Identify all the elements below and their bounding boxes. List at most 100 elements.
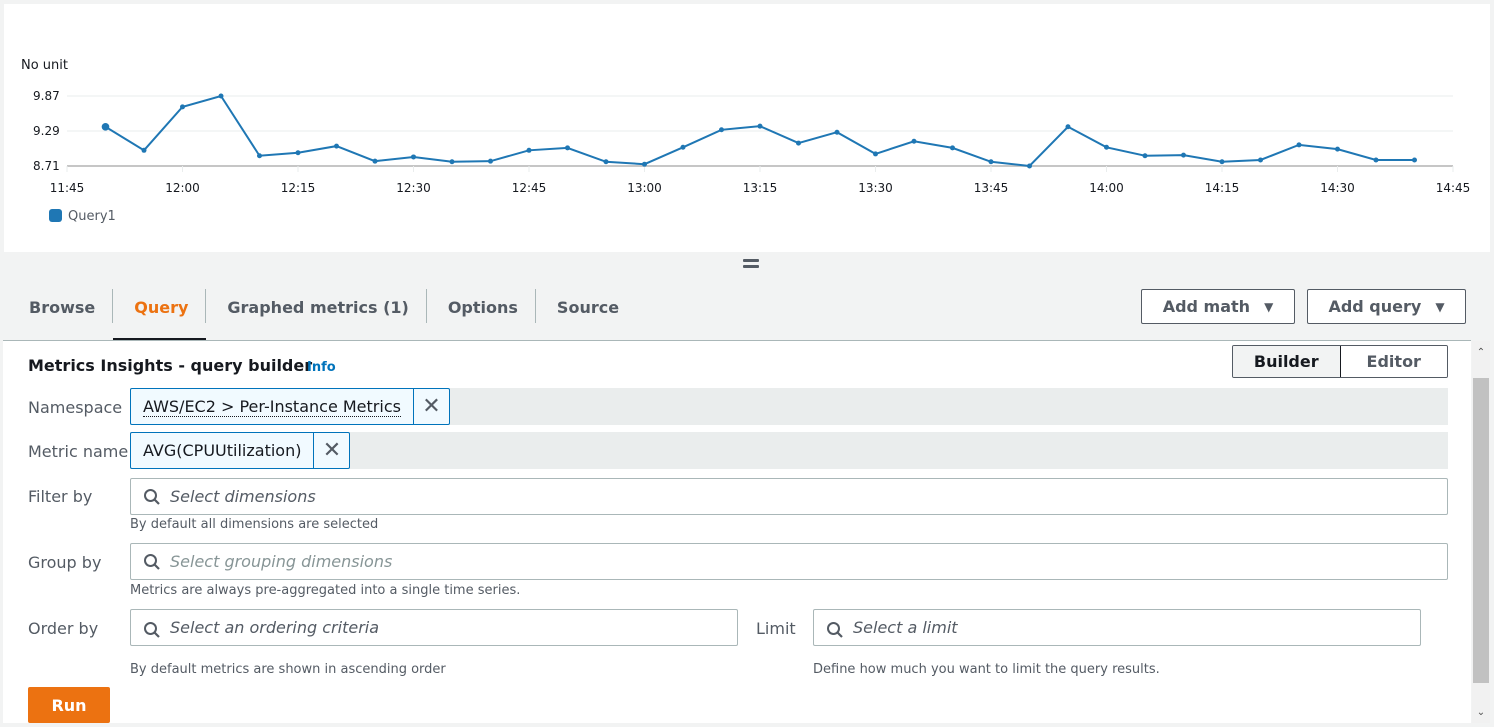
- add-query-label: Add query: [1328, 297, 1422, 316]
- tab-browse[interactable]: Browse: [8, 287, 114, 327]
- data-point: [526, 147, 532, 153]
- builder-mode-button[interactable]: Builder: [1233, 346, 1341, 377]
- x-tick-label: 13:00: [627, 181, 662, 195]
- remove-namespace-icon[interactable]: ✕: [412, 389, 449, 424]
- mode-toggle: Builder Editor: [1232, 345, 1448, 378]
- caret-down-icon: ▼: [1435, 299, 1445, 314]
- scroll-up-icon[interactable]: ⌃: [1472, 343, 1490, 361]
- search-icon: [144, 553, 160, 570]
- data-point: [449, 159, 455, 165]
- namespace-field[interactable]: AWS/EC2 > Per-Instance Metrics ✕: [130, 388, 1448, 425]
- data-point: [141, 147, 147, 153]
- data-point: [1412, 157, 1417, 163]
- tab-list: Browse Query Graphed metrics (1) Options…: [8, 287, 637, 341]
- scrollbar-thumb[interactable]: [1473, 378, 1489, 683]
- data-point: [488, 158, 493, 164]
- data-point: [295, 150, 301, 156]
- tab-options[interactable]: Options: [427, 287, 536, 327]
- data-point: [1373, 157, 1379, 163]
- data-point: [796, 140, 801, 146]
- metric-name-field[interactable]: AVG(CPUUtilization) ✕: [130, 432, 1448, 469]
- y-tick-label: 8.71: [33, 159, 60, 173]
- data-point: [988, 159, 994, 165]
- y-tick-label: 9.29: [33, 124, 60, 138]
- scroll-down-icon[interactable]: ⌄: [1472, 703, 1490, 721]
- data-point: [1181, 152, 1186, 158]
- namespace-token: AWS/EC2 > Per-Instance Metrics ✕: [130, 388, 450, 425]
- metric-line-chart: No unit 8.71 9.29 9.87 11:45 12:00 12:15 12:30 1…: [21, 58, 1470, 224]
- group-by-hint: Metrics are always pre-aggregated into a…: [130, 583, 521, 598]
- data-point: [1065, 124, 1071, 130]
- filter-by-placeholder: Select dimensions: [170, 487, 316, 506]
- filter-by-label: Filter by: [28, 487, 93, 506]
- data-point: [565, 145, 570, 151]
- order-by-label: Order by: [28, 619, 99, 638]
- data-point: [719, 127, 724, 133]
- vertical-scrollbar[interactable]: ⌃ ⌄: [1472, 341, 1490, 723]
- caret-down-icon: ▼: [1264, 299, 1274, 314]
- search-icon: [827, 621, 843, 638]
- data-point: [1104, 144, 1109, 150]
- graph-panel: No unit 8.71 9.29 9.87 11:45 12:00 12:15 12:30 1…: [4, 4, 1490, 252]
- panel-resize-handle[interactable]: [743, 259, 759, 269]
- run-button[interactable]: Run: [28, 687, 110, 723]
- add-query-button[interactable]: Add query ▼: [1307, 289, 1466, 324]
- group-by-input[interactable]: Select grouping dimensions: [130, 543, 1448, 580]
- data-point: [642, 161, 647, 167]
- data-point: [757, 123, 763, 129]
- legend-swatch: [49, 209, 62, 222]
- tab-query[interactable]: Query: [113, 287, 207, 341]
- data-point: [257, 153, 262, 159]
- tab-label: Options: [447, 297, 518, 317]
- metric-value: AVG(CPUUtilization): [143, 441, 302, 460]
- order-by-hint: By default metrics are shown in ascendin…: [130, 662, 446, 677]
- data-point: [603, 159, 609, 165]
- tab-graphed-metrics[interactable]: Graphed metrics (1): [206, 287, 427, 327]
- data-point: [1335, 146, 1340, 152]
- data-point: [180, 104, 185, 110]
- limit-label: Limit: [756, 619, 796, 638]
- search-icon: [144, 488, 160, 505]
- add-math-label: Add math: [1162, 297, 1251, 316]
- section-title: Metrics Insights - query builder: [28, 356, 313, 375]
- x-tick-label: 12:30: [396, 181, 431, 195]
- data-point: [1219, 159, 1225, 165]
- tab-label: Source: [556, 297, 620, 317]
- data-point: [411, 154, 416, 160]
- x-tick-label: 14:15: [1205, 181, 1240, 195]
- order-by-placeholder: Select an ordering criteria: [170, 618, 380, 637]
- filter-by-input[interactable]: Select dimensions: [130, 478, 1448, 515]
- x-tick-label: 11:45: [50, 181, 85, 195]
- order-by-input[interactable]: Select an ordering criteria: [130, 609, 738, 646]
- x-tick-label: 13:15: [743, 181, 778, 195]
- filter-by-hint: By default all dimensions are selected: [130, 517, 379, 532]
- add-math-button[interactable]: Add math ▼: [1141, 289, 1295, 324]
- data-point: [1296, 142, 1302, 148]
- search-icon: [144, 621, 160, 638]
- data-point: [334, 143, 339, 149]
- limit-placeholder: Select a limit: [853, 618, 958, 637]
- x-tick-label: 14:30: [1320, 181, 1355, 195]
- data-point: [218, 93, 224, 99]
- namespace-label: Namespace: [28, 398, 123, 417]
- metric-token: AVG(CPUUtilization) ✕: [130, 432, 351, 469]
- data-point: [873, 151, 878, 157]
- data-point: [911, 138, 917, 144]
- x-tick-label: 12:45: [512, 181, 547, 195]
- x-tick-label: 12:00: [165, 181, 200, 195]
- namespace-value: AWS/EC2 > Per-Instance Metrics: [143, 396, 401, 417]
- x-tick-label: 13:45: [974, 181, 1009, 195]
- limit-input[interactable]: Select a limit: [813, 609, 1421, 646]
- info-link[interactable]: Info: [307, 360, 336, 375]
- data-point: [834, 129, 840, 135]
- limit-hint: Define how much you want to limit the qu…: [813, 662, 1160, 677]
- data-point: [1027, 163, 1032, 169]
- legend-label: Query1: [68, 209, 116, 224]
- editor-mode-button[interactable]: Editor: [1340, 346, 1447, 377]
- data-point: [101, 122, 110, 131]
- tab-label: Query: [134, 297, 189, 317]
- x-tick-label: 13:30: [858, 181, 893, 195]
- remove-metric-icon[interactable]: ✕: [313, 433, 349, 468]
- tab-label: Graphed metrics (1): [227, 297, 409, 317]
- tab-source[interactable]: Source: [536, 287, 637, 327]
